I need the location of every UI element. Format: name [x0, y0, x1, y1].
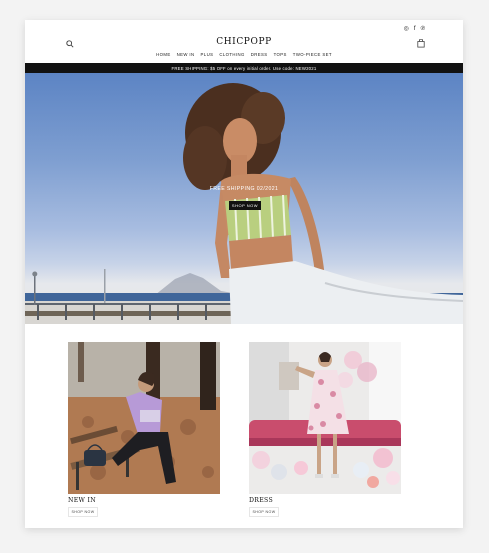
nav-item-new-in[interactable]: NEW IN	[177, 52, 195, 57]
nav-item-plus[interactable]: PLUS	[201, 52, 214, 57]
social-links: ◎ f ℗	[404, 26, 425, 32]
hero-image	[25, 83, 463, 324]
nav-item-home[interactable]: HOME	[156, 52, 171, 57]
promo-text: FREE SHIPPING: $5 OFF on every initial o…	[171, 65, 317, 71]
nav-item-tops[interactable]: TOPS	[274, 52, 287, 57]
nav-item-clothing[interactable]: CLOTHING	[219, 52, 244, 57]
collection-dress-image[interactable]	[249, 342, 401, 494]
dress-shop-now-button[interactable]: SHOP NOW	[249, 507, 279, 517]
nav-item-two-piece-set[interactable]: TWO-PIECE SET	[293, 52, 332, 57]
new-in-shop-now-button[interactable]: SHOP NOW	[68, 507, 98, 517]
collection-new-in-image[interactable]	[68, 342, 220, 494]
collection-dress-title[interactable]: DRESS	[249, 497, 273, 504]
collection-new-in-title[interactable]: NEW IN	[68, 497, 96, 504]
nav-item-dress[interactable]: DRESS	[251, 52, 268, 57]
pinterest-icon[interactable]: ℗	[421, 26, 425, 32]
hero-headline: FREE SHIPPING 02/2021	[209, 186, 279, 192]
site-logo[interactable]: CHICPOPP	[25, 37, 463, 47]
facebook-icon[interactable]: f	[414, 26, 416, 32]
store-page: ◎ f ℗ CHICPOPP HOME NEW IN PLUS CLOTHING…	[25, 20, 463, 528]
hero-shop-now-button[interactable]: SHOP NOW	[229, 201, 261, 210]
shopping-bag-icon[interactable]	[417, 39, 425, 48]
dress-photo	[249, 342, 401, 494]
new-in-photo	[68, 342, 220, 494]
hero-banner[interactable]: FREE SHIPPING 02/2021 SHOP NOW	[25, 73, 463, 324]
main-nav: HOME NEW IN PLUS CLOTHING DRESS TOPS TWO…	[25, 52, 463, 57]
instagram-icon[interactable]: ◎	[404, 26, 409, 32]
promo-banner: FREE SHIPPING: $5 OFF on every initial o…	[25, 63, 463, 73]
